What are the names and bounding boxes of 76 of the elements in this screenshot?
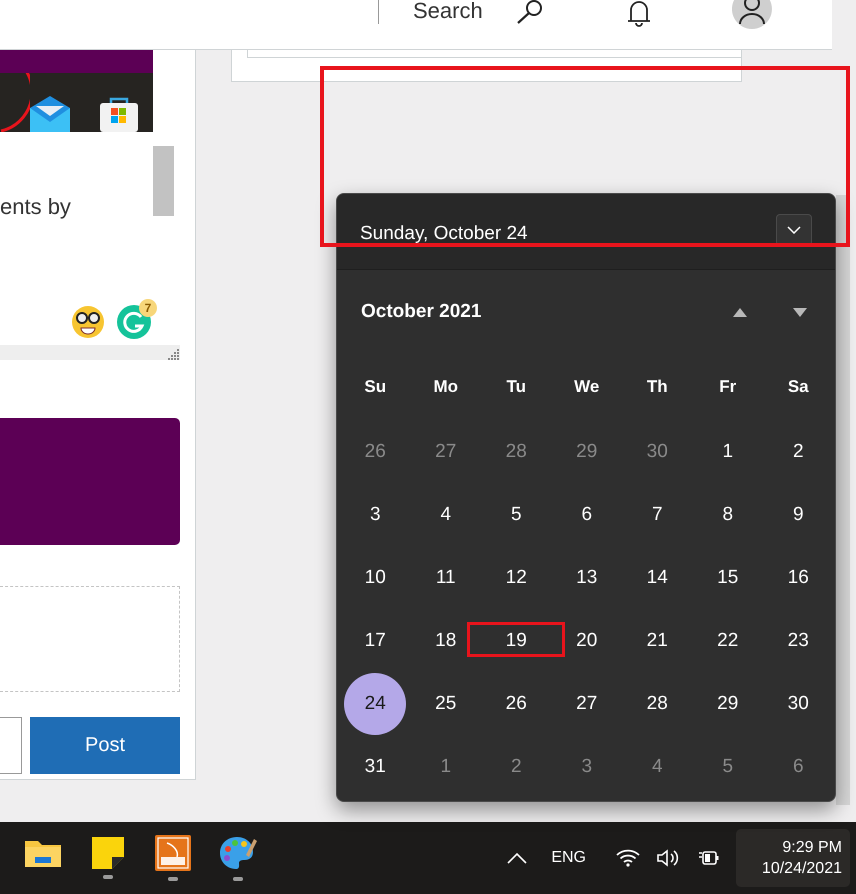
calendar-day[interactable]: 14 [632, 558, 682, 598]
collapse-button[interactable] [776, 214, 812, 246]
calendar-day[interactable]: 28 [491, 432, 542, 472]
chevron-up-icon[interactable] [507, 852, 528, 864]
calendar-day[interactable]: 12 [491, 558, 542, 598]
calendar-day[interactable]: 4 [632, 746, 682, 786]
calendar-day[interactable]: 6 [562, 494, 612, 534]
clock-button[interactable]: 9:29 PM 10/24/2021 [736, 829, 850, 887]
weekday-label: Fr [718, 376, 738, 398]
chevron-down-icon [787, 226, 801, 234]
calendar-day[interactable]: 29 [562, 432, 612, 472]
calendar-day[interactable]: 3 [350, 494, 400, 534]
scrollbar-thumb[interactable] [153, 146, 174, 216]
calendar-day[interactable]: 31 [350, 746, 400, 786]
calendar-day[interactable]: 5 [491, 494, 542, 534]
calendar-day[interactable]: 7 [632, 494, 682, 534]
weekday-label: Sa [786, 376, 810, 398]
calendar-day[interactable]: 5 [702, 746, 753, 786]
volume-icon[interactable] [656, 848, 680, 868]
date-header: Sunday, October 24 [360, 223, 528, 245]
calendar-day[interactable]: 10 [350, 558, 400, 598]
language-indicator[interactable]: ENG [551, 849, 586, 867]
nerd-face-icon [71, 305, 105, 339]
post-button[interactable]: Post [30, 717, 180, 774]
calendar-day[interactable]: 15 [702, 558, 753, 598]
calendar-day[interactable]: 8 [702, 494, 753, 534]
input-field[interactable] [0, 717, 22, 774]
weekday-label: Th [646, 376, 669, 398]
calendar-day[interactable]: 9 [773, 494, 824, 534]
scrollbar-track[interactable] [836, 195, 850, 805]
mail-icon [30, 96, 70, 132]
calendar-day[interactable]: 18 [420, 620, 471, 660]
calendar-day[interactable]: 19 [491, 620, 542, 660]
calendar-day[interactable]: 27 [562, 684, 612, 724]
calendar-day[interactable]: 11 [420, 558, 471, 598]
calendar-day[interactable]: 30 [632, 432, 682, 472]
calendar-day[interactable]: 26 [350, 432, 400, 472]
search-icon[interactable] [514, 0, 543, 24]
battery-charging-icon[interactable] [696, 849, 720, 867]
calendar-day[interactable]: 1 [702, 432, 753, 472]
calendar-day[interactable]: 4 [420, 494, 471, 534]
weekday-label: Mo [432, 376, 460, 398]
calendar-day[interactable]: 20 [562, 620, 612, 660]
calendar-day[interactable]: 27 [420, 432, 471, 472]
triangle-up-icon [733, 308, 747, 316]
triangle-down-icon [793, 308, 807, 316]
sticky-note-icon [92, 837, 124, 869]
avatar-icon[interactable] [732, 0, 772, 28]
palette-icon [218, 835, 256, 871]
search-label[interactable]: Search [413, 0, 483, 24]
calendar-day[interactable]: 22 [702, 620, 753, 660]
weekday-label: Tu [505, 376, 527, 398]
calendar-day[interactable]: 1 [420, 746, 471, 786]
calendar-day[interactable]: 28 [632, 684, 682, 724]
calendar-day[interactable]: 3 [562, 746, 612, 786]
calendar-day[interactable]: 17 [350, 620, 400, 660]
calendar-day[interactable]: 23 [773, 620, 824, 660]
calendar-day[interactable]: 25 [420, 684, 471, 724]
pdf-icon [154, 835, 190, 871]
calendar-day[interactable]: 30 [773, 684, 824, 724]
calendar-day[interactable]: 13 [562, 558, 612, 598]
calendar-day[interactable]: 29 [702, 684, 753, 724]
calendar-day[interactable]: 2 [773, 432, 824, 472]
calendar-day[interactable]: 2 [491, 746, 542, 786]
text-snippet: ents by [0, 194, 72, 220]
calendar-day[interactable]: 6 [773, 746, 824, 786]
resize-grip-icon[interactable] [168, 348, 180, 360]
weekday-label: Su [363, 376, 388, 398]
calendar-day[interactable]: 21 [632, 620, 682, 660]
calendar-day[interactable]: 24 [344, 672, 406, 734]
weekday-label: We [573, 376, 600, 398]
calendar-day[interactable]: 26 [491, 684, 542, 724]
store-icon [100, 96, 138, 132]
month-title[interactable]: October 2021 [361, 301, 687, 323]
calendar-day[interactable]: 16 [773, 558, 824, 598]
wifi-icon[interactable] [616, 849, 640, 867]
